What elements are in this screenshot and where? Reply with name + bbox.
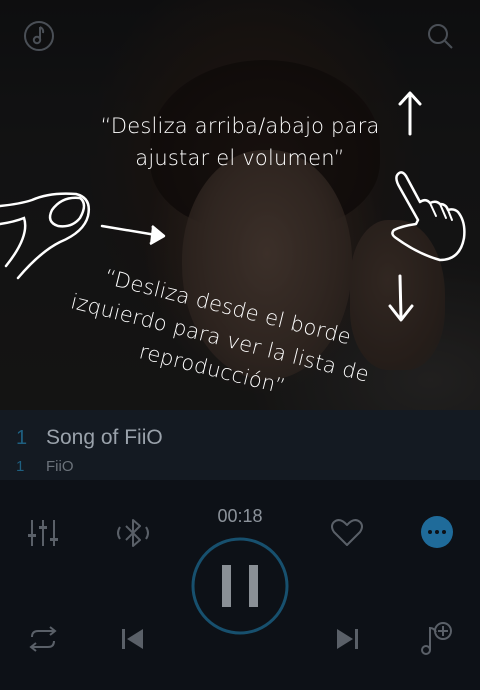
track-index-sub: 1 <box>16 458 25 475</box>
pause-icon[interactable] <box>190 536 290 636</box>
bluetooth-icon[interactable] <box>112 514 154 552</box>
now-playing-track-info[interactable]: 1 1 Song of FiiO FiiO <box>0 410 480 480</box>
player-controls: 00:18 <box>0 480 480 690</box>
add-to-playlist-icon[interactable] <box>418 620 454 656</box>
elapsed-time: 00:18 <box>217 506 263 526</box>
track-title: Song of FiiO <box>46 426 163 449</box>
swipe-hand-icon <box>391 171 466 262</box>
previous-icon[interactable] <box>120 627 146 651</box>
track-index: 1 <box>16 427 28 449</box>
next-icon[interactable] <box>334 627 360 651</box>
volume-hint-line-2: ajustar el volumen” <box>135 146 345 170</box>
equalizer-icon[interactable] <box>26 516 60 550</box>
arrow-down-icon <box>388 274 414 322</box>
track-artist: FiiO <box>46 458 74 475</box>
repeat-icon[interactable] <box>26 625 60 653</box>
search-icon[interactable] <box>424 20 456 52</box>
arrow-up-icon <box>398 91 422 136</box>
arrow-right-icon <box>100 224 166 246</box>
volume-gesture-hint: “Desliza arriba/abajo para ajustar el vo… <box>90 110 390 174</box>
music-note-icon[interactable] <box>23 20 55 52</box>
volume-hint-line-1: “Desliza arriba/abajo para <box>100 114 380 138</box>
swipe-finger-icon <box>0 192 90 280</box>
heart-icon[interactable] <box>330 518 364 548</box>
more-icon[interactable] <box>420 515 454 549</box>
